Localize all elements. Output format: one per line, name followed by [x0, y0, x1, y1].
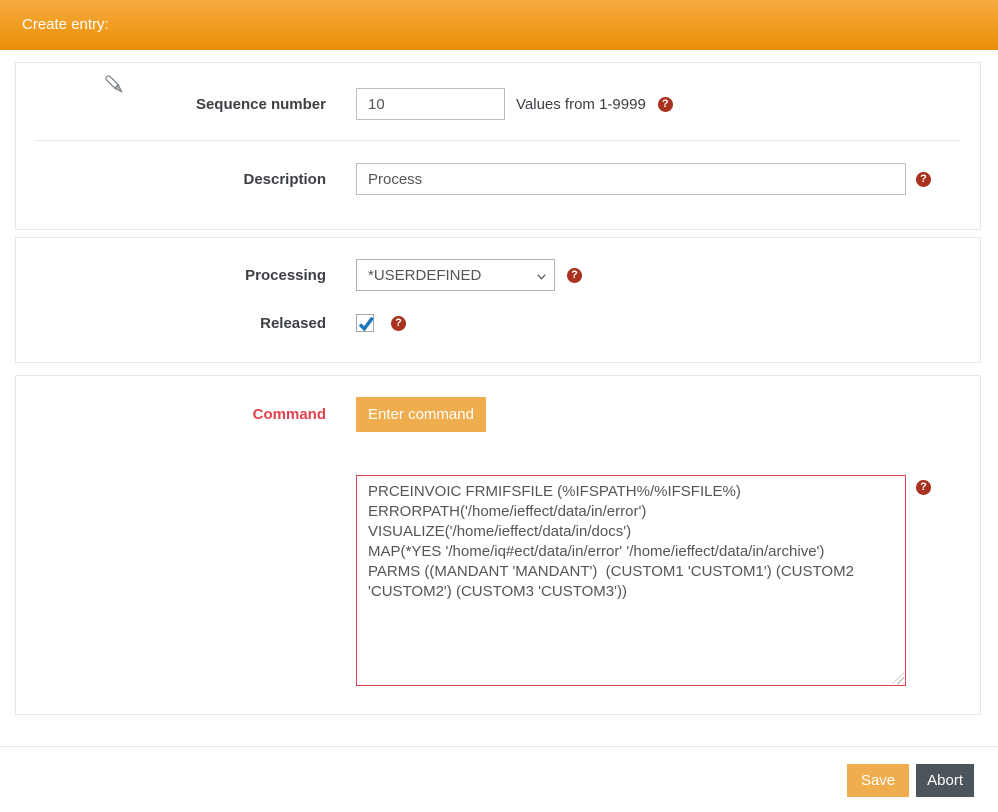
panel-divider [36, 140, 960, 141]
released-row: Released ? [16, 312, 980, 334]
processing-label: Processing [245, 266, 326, 284]
panel-command: Command Enter command PRCEINVOIC FRMIFSF… [15, 375, 981, 715]
enter-command-button[interactable]: Enter command [356, 397, 486, 432]
sequence-label: Sequence number [195, 95, 326, 113]
panel-processing: Processing *USERDEFINED ? Released ? [15, 237, 981, 363]
check-icon [358, 316, 374, 332]
description-help-icon[interactable]: ? [916, 171, 931, 187]
description-input[interactable] [356, 163, 906, 195]
abort-button[interactable]: Abort [916, 764, 974, 797]
sequence-row: Sequence number Values from 1-9999 ? [16, 88, 980, 120]
description-row: Description ? [16, 163, 980, 195]
command-button-row: Command Enter command [16, 397, 980, 432]
released-help-icon[interactable]: ? [391, 315, 406, 331]
description-label: Description [243, 170, 326, 188]
footer-divider [0, 746, 998, 747]
command-textarea-row: PRCEINVOIC FRMIFSFILE (%IFSPATH%/%IFSFIL… [16, 475, 980, 686]
released-label: Released [260, 314, 326, 332]
save-button[interactable]: Save [846, 764, 910, 797]
sequence-input[interactable] [356, 88, 505, 120]
page-title: Create entry: [22, 16, 109, 33]
sequence-hint: Values from 1-9999 [516, 95, 646, 113]
released-checkbox[interactable] [356, 314, 374, 332]
sequence-help-icon[interactable]: ? [657, 96, 673, 112]
panel-general: Sequence number Values from 1-9999 ? Des… [15, 62, 981, 230]
processing-select[interactable]: *USERDEFINED [356, 259, 555, 291]
footer-buttons: Save Abort [846, 764, 974, 797]
processing-row: Processing *USERDEFINED ? [16, 259, 980, 291]
processing-help-icon[interactable]: ? [567, 267, 582, 283]
command-textarea[interactable]: PRCEINVOIC FRMIFSFILE (%IFSPATH%/%IFSFIL… [356, 475, 906, 686]
command-label: Command [252, 406, 326, 423]
command-help-icon[interactable]: ? [916, 480, 931, 495]
page-header: Create entry: [0, 0, 998, 50]
